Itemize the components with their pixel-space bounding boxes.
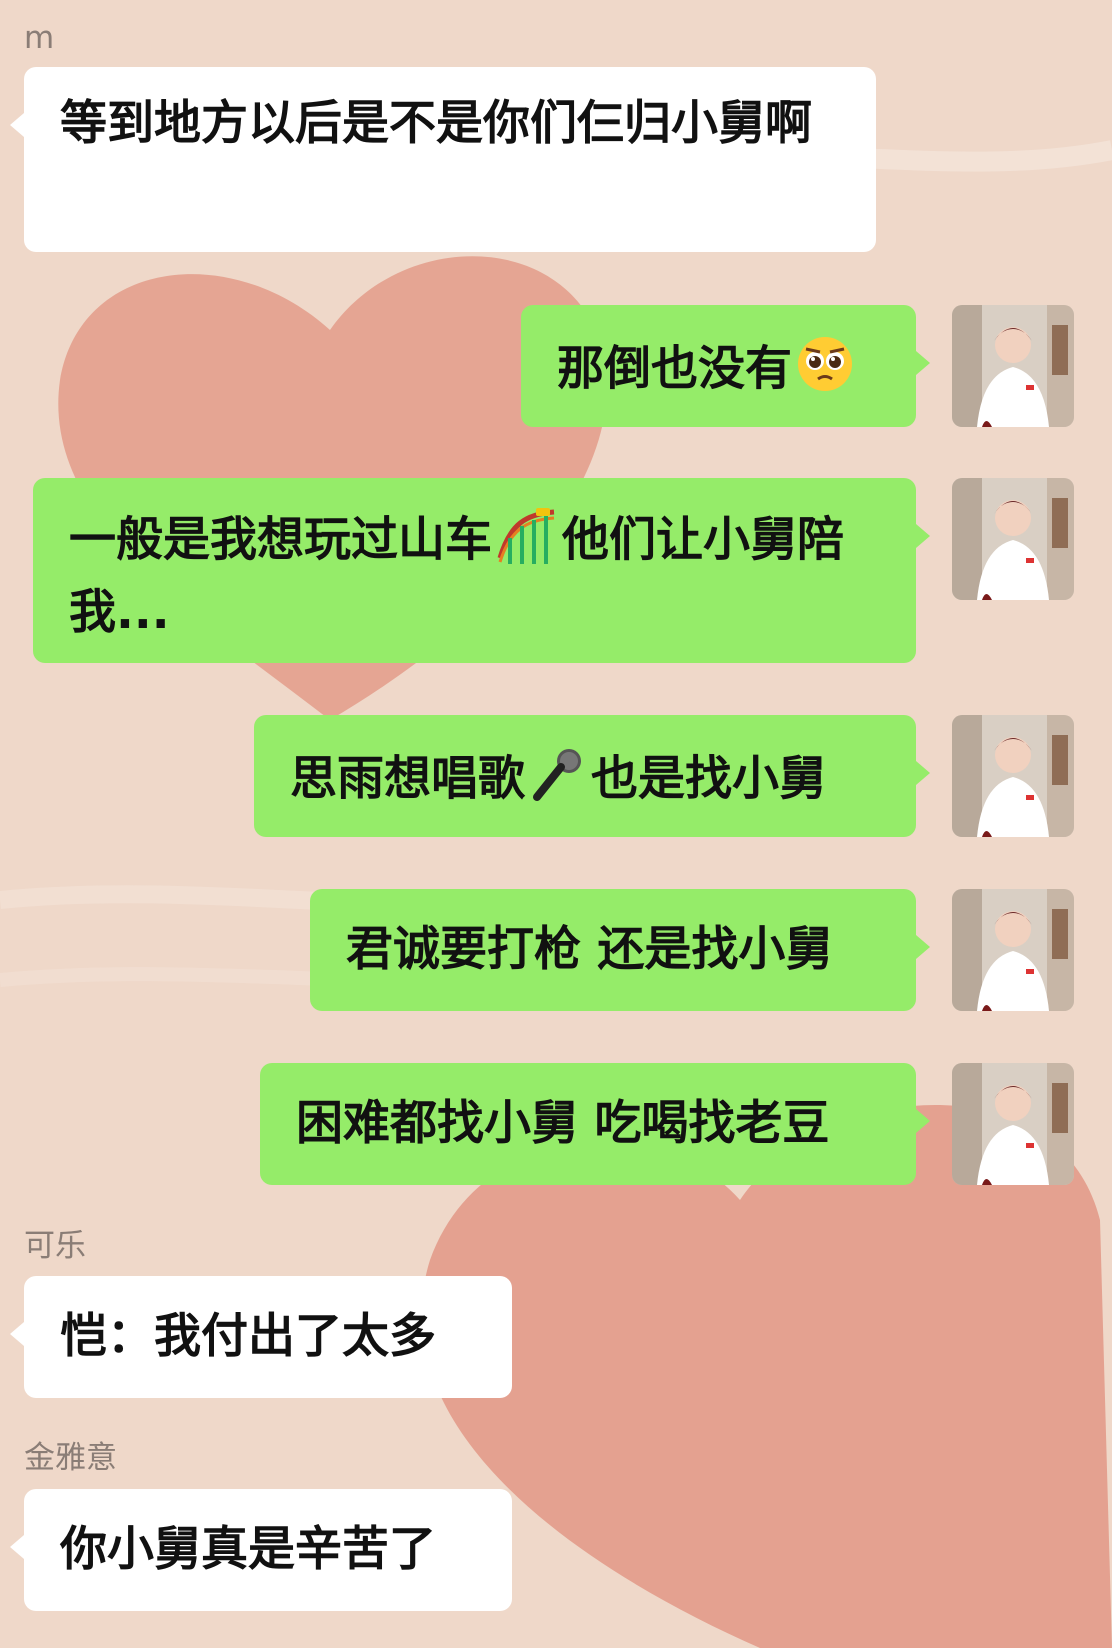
message-text: 思雨想唱歌 [290, 751, 525, 807]
message-bubble-incoming[interactable]: 恺：我付出了太多 [10, 1276, 512, 1398]
chat-message-list[interactable]: m 等到地方以后是不是你们仨归小舅啊 那倒也没有 一般是我想玩过山车 他们让小舅… [0, 0, 1112, 1648]
message-text: 君诚要打枪 还是找小舅 [346, 922, 833, 977]
message-bubble-outgoing[interactable]: 思雨想唱歌 也是找小舅 [254, 715, 930, 837]
message-text: 等到地方以后是不是你们仨归小舅啊 [60, 96, 812, 151]
sender-name: m [24, 20, 55, 56]
sender-name: 金雅意 [24, 1440, 117, 1476]
message-bubble-outgoing[interactable]: 那倒也没有 [521, 305, 930, 427]
message-bubble-incoming[interactable]: 你小舅真是辛苦了 [10, 1489, 512, 1611]
avatar[interactable] [952, 305, 1074, 427]
message-text: 恺：我付出了太多 [60, 1309, 436, 1364]
message-text: 你小舅真是辛苦了 [60, 1522, 436, 1577]
roller-coaster-icon [496, 504, 558, 582]
sender-name: 可乐 [24, 1228, 86, 1264]
message-bubble-outgoing[interactable]: 一般是我想玩过山车 他们让小舅陪我... [33, 478, 930, 663]
avatar[interactable] [952, 1063, 1074, 1185]
message-text: 一般是我想玩过山车 [69, 512, 492, 568]
avatar[interactable] [952, 478, 1074, 600]
message-text: 也是找小舅 [591, 751, 826, 807]
microphone-icon [529, 745, 587, 819]
message-text: 困难都找小舅 吃喝找老豆 [296, 1096, 830, 1151]
message-bubble-outgoing[interactable]: 困难都找小舅 吃喝找老豆 [260, 1063, 930, 1185]
message-bubble-incoming[interactable]: 等到地方以后是不是你们仨归小舅啊 [10, 67, 876, 252]
avatar[interactable] [952, 889, 1074, 1011]
avatar[interactable] [952, 715, 1074, 837]
pleading-face-icon [796, 335, 854, 409]
message-text: 那倒也没有 [557, 341, 792, 397]
message-bubble-outgoing[interactable]: 君诚要打枪 还是找小舅 [310, 889, 930, 1011]
